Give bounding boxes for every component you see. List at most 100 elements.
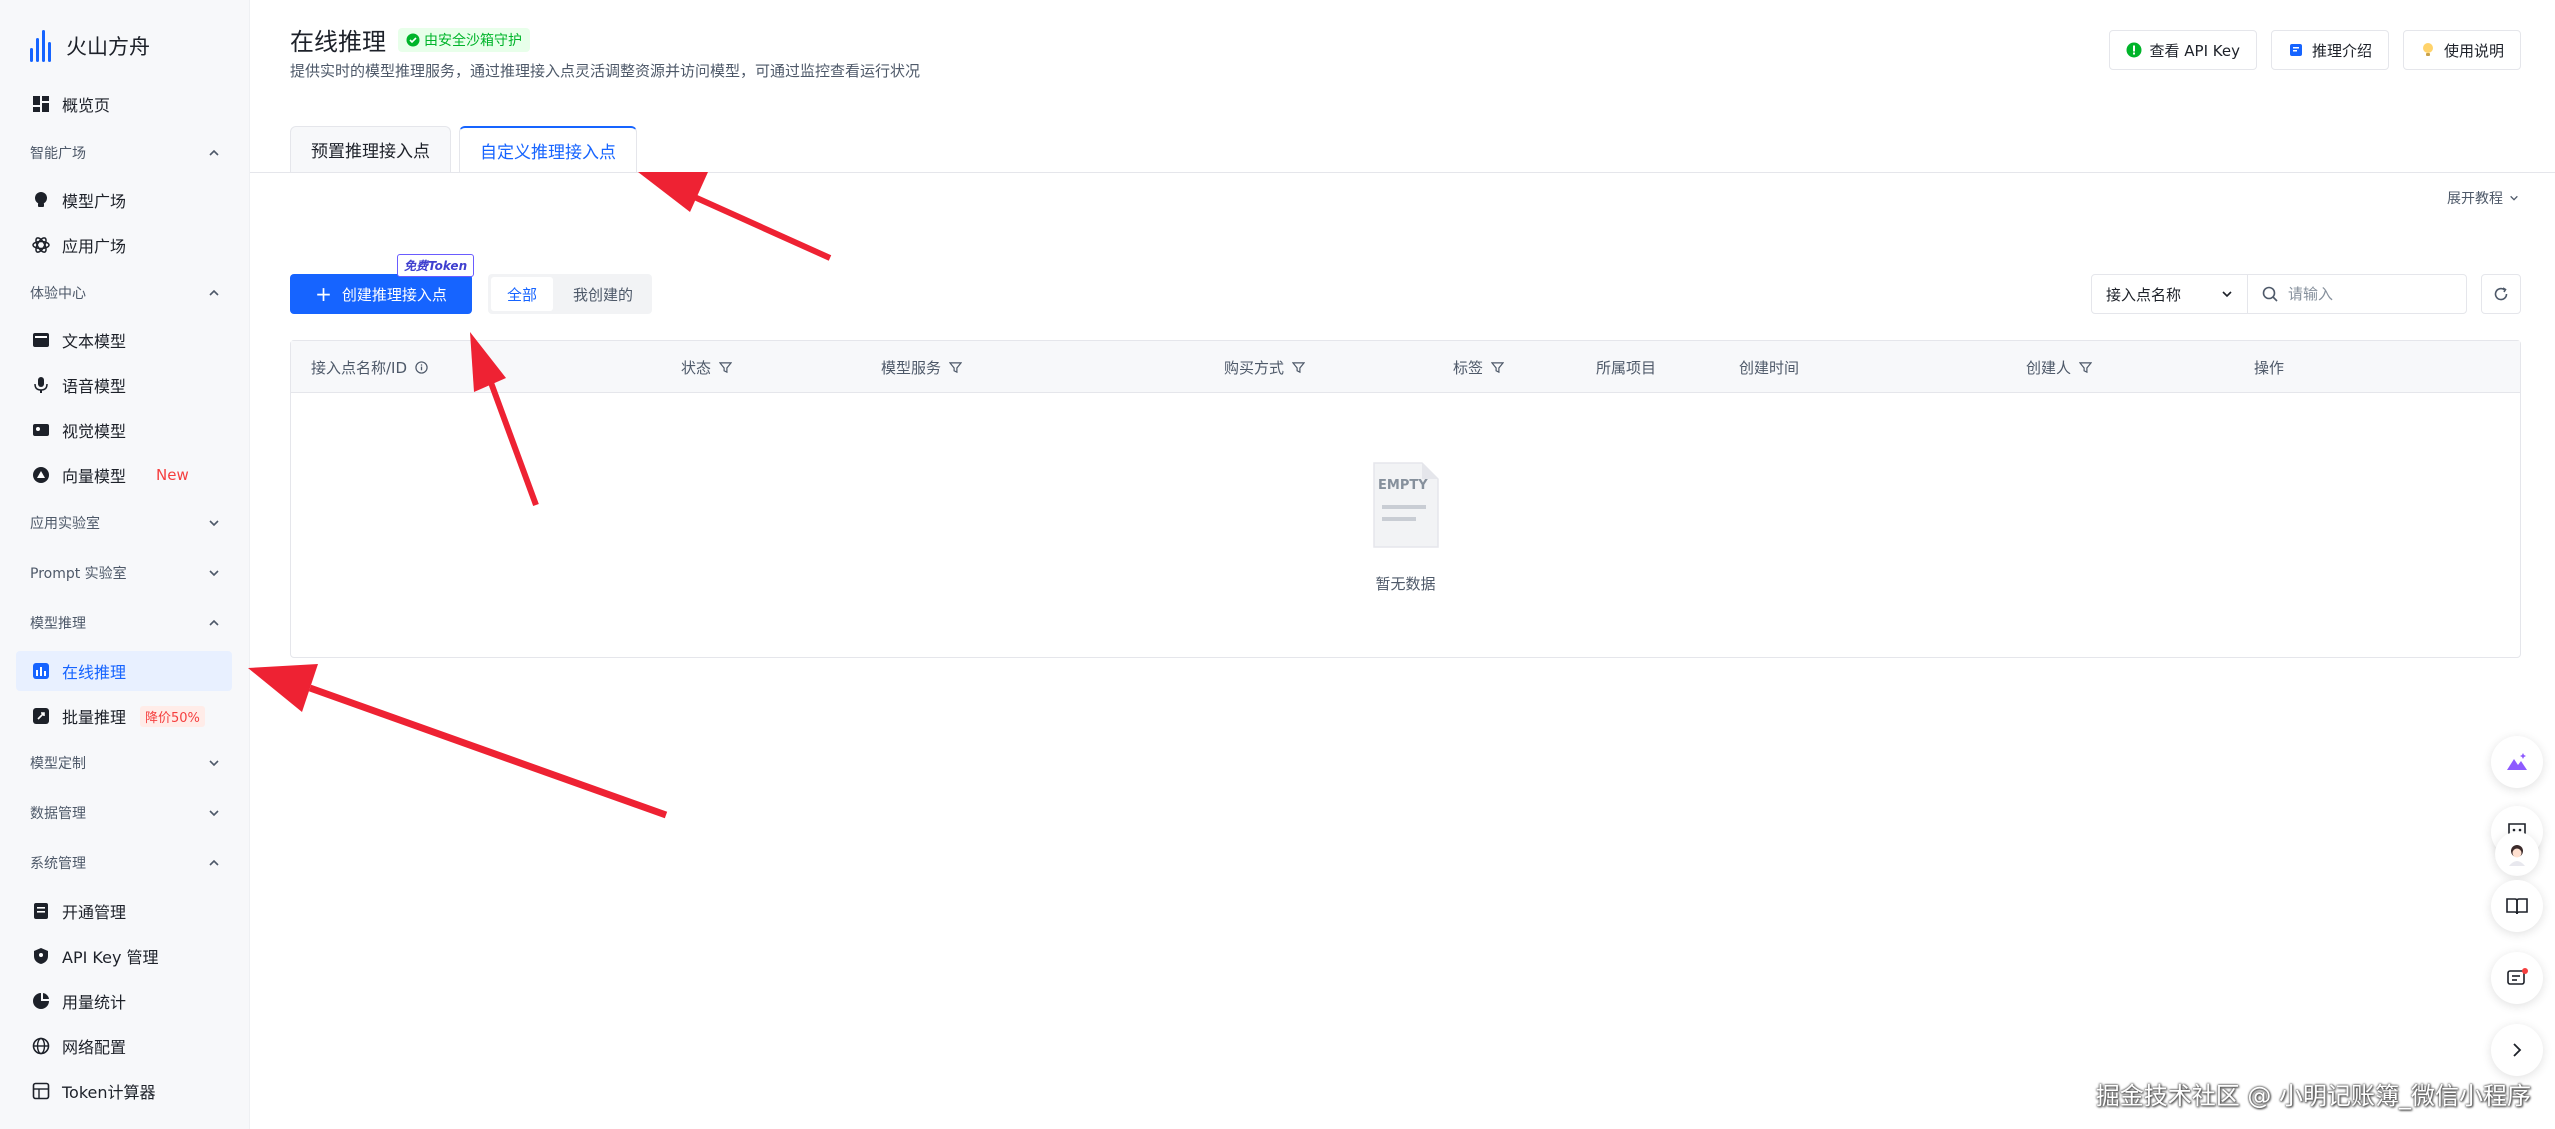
open-book-icon [2506, 898, 2528, 915]
column-label: 状态 [681, 358, 712, 377]
column-status[interactable]: 状态 [681, 341, 733, 393]
sidebar-item-activation[interactable]: 开通管理 [16, 891, 232, 931]
column-label: 所属项目 [1596, 358, 1657, 377]
sidebar-item-label: 在线推理 [62, 663, 127, 682]
chevron-up-icon [209, 859, 219, 866]
expand-tutorial-label: 展开教程 [2447, 191, 2503, 207]
refresh-icon [2494, 287, 2508, 301]
view-api-key-button[interactable]: 查看 API Key [2108, 30, 2257, 70]
tab-custom-endpoints[interactable]: 自定义推理接入点 [459, 126, 637, 172]
vector-icon [32, 466, 50, 484]
vision-icon [32, 421, 50, 439]
brand[interactable]: 火山方舟 [30, 26, 150, 66]
sidebar-group-data-management[interactable]: 数据管理 [30, 798, 220, 828]
sidebar-item-label: 概览页 [62, 96, 111, 115]
select-value: 接入点名称 [2106, 285, 2182, 304]
collapse-float-button[interactable] [2491, 1024, 2543, 1076]
sidebar-item-vision-model[interactable]: 视觉模型 [16, 410, 232, 450]
segment-all[interactable]: 全部 [491, 277, 554, 311]
sidebar-item-usage[interactable]: 用量统计 [16, 981, 232, 1021]
filter-icon [719, 361, 733, 373]
chevron-down-icon [2222, 291, 2232, 298]
new-badge: New [156, 466, 189, 484]
table-header: 接入点名称/ID 状态 模型服务 购买方式 标签 所属项目 创建时间 创建人 操… [291, 341, 2520, 393]
search-input[interactable] [2288, 285, 2448, 303]
chevron-down-icon [209, 760, 219, 767]
support-avatar[interactable] [2495, 832, 2539, 876]
expand-tutorial-button[interactable]: 展开教程 [2447, 188, 2519, 208]
sidebar-item-token-calculator[interactable]: Token计算器 [16, 1071, 232, 1111]
sidebar-item-vector-model[interactable]: 向量模型 New [16, 455, 232, 495]
sidebar-item-text-model[interactable]: 文本模型 [16, 320, 232, 360]
chevron-down-icon [209, 810, 219, 817]
empty-state: EMPTY 暂无数据 [291, 393, 2520, 659]
usage-guide-button[interactable]: 使用说明 [2402, 30, 2521, 70]
create-endpoint-button[interactable]: + 创建推理接入点 [290, 274, 472, 314]
page-title: 在线推理 [290, 28, 386, 56]
group-title-label: 模型定制 [30, 756, 86, 772]
microphone-icon [32, 376, 50, 394]
security-badge: 由安全沙箱守护 [398, 27, 530, 52]
refresh-button[interactable] [2481, 274, 2521, 314]
group-title-label: 智能广场 [30, 146, 86, 162]
sidebar-item-label: 应用广场 [62, 237, 127, 256]
empty-state-label: EMPTY [1378, 478, 1428, 493]
brand-name: 火山方舟 [66, 35, 150, 59]
column-purchase-method[interactable]: 购买方式 [1224, 341, 1306, 393]
volcano-logo-icon [30, 30, 54, 62]
pie-chart-icon [32, 992, 50, 1010]
column-tags[interactable]: 标签 [1453, 341, 1505, 393]
globe-icon [32, 1037, 50, 1055]
segment-mine[interactable]: 我创建的 [557, 277, 649, 311]
sidebar-group-app-lab[interactable]: 应用实验室 [30, 508, 220, 538]
button-label: 推理介绍 [2311, 41, 2372, 60]
sidebar-item-batch-inference[interactable]: 批量推理 降价50% [16, 696, 232, 736]
tab-preset-endpoints[interactable]: 预置推理接入点 [290, 126, 451, 172]
ai-assistant-button[interactable] [2491, 736, 2543, 788]
feedback-button[interactable] [2491, 952, 2543, 1004]
sidebar-group-prompt-lab[interactable]: Prompt 实验室 [30, 558, 220, 588]
inference-intro-button[interactable]: 推理介绍 [2270, 30, 2389, 70]
column-label: 创建人 [2026, 358, 2072, 377]
column-created-time: 创建时间 [1739, 341, 1799, 393]
sidebar-group-experience-center[interactable]: 体验中心 [30, 278, 220, 308]
key-icon [2126, 42, 2141, 58]
sidebar-item-online-inference[interactable]: 在线推理 [16, 651, 232, 691]
sidebar-item-label: 向量模型 [62, 467, 127, 486]
document-icon [32, 902, 50, 920]
sidebar-group-system-management[interactable]: 系统管理 [30, 848, 220, 878]
sidebar-group-model-customization[interactable]: 模型定制 [30, 748, 220, 778]
info-icon [415, 360, 428, 374]
calculator-icon [32, 1082, 50, 1100]
column-label: 模型服务 [881, 358, 942, 377]
docs-button[interactable] [2491, 880, 2543, 932]
column-label: 标签 [1453, 358, 1484, 377]
sidebar-item-label: 视觉模型 [62, 422, 127, 441]
sidebar-item-app-square[interactable]: 应用广场 [16, 225, 232, 265]
column-name-id[interactable]: 接入点名称/ID [311, 341, 428, 393]
sidebar-item-label: 语音模型 [62, 377, 127, 396]
owner-filter: 全部 我创建的 [488, 274, 653, 314]
chevron-down-icon [209, 570, 219, 577]
sidebar-item-label: 开通管理 [62, 903, 127, 922]
sidebar-item-overview[interactable]: 概览页 [16, 84, 232, 124]
sidebar-group-smart-square[interactable]: 智能广场 [30, 138, 220, 168]
book-icon [2289, 44, 2302, 56]
sidebar-item-network[interactable]: 网络配置 [16, 1026, 232, 1066]
discount-badge: 降价50% [140, 705, 205, 727]
search-field-select[interactable]: 接入点名称 [2092, 275, 2248, 313]
column-project: 所属项目 [1596, 341, 1656, 393]
filter-icon [1491, 361, 1505, 373]
sidebar-group-model-inference[interactable]: 模型推理 [30, 608, 220, 638]
sidebar-item-label: 批量推理 [62, 708, 127, 727]
filter-icon [2079, 361, 2093, 373]
sidebar-item-api-key[interactable]: API Key 管理 [16, 936, 232, 976]
sidebar-item-model-square[interactable]: 模型广场 [16, 180, 232, 220]
mountain-sparkle-icon [2507, 753, 2527, 770]
button-label: 创建推理接入点 [341, 285, 447, 304]
sidebar-item-voice-model[interactable]: 语音模型 [16, 365, 232, 405]
column-creator[interactable]: 创建人 [2026, 341, 2093, 393]
empty-text: 暂无数据 [1375, 574, 1436, 593]
column-label: 操作 [2254, 358, 2285, 377]
column-model-service[interactable]: 模型服务 [881, 341, 963, 393]
